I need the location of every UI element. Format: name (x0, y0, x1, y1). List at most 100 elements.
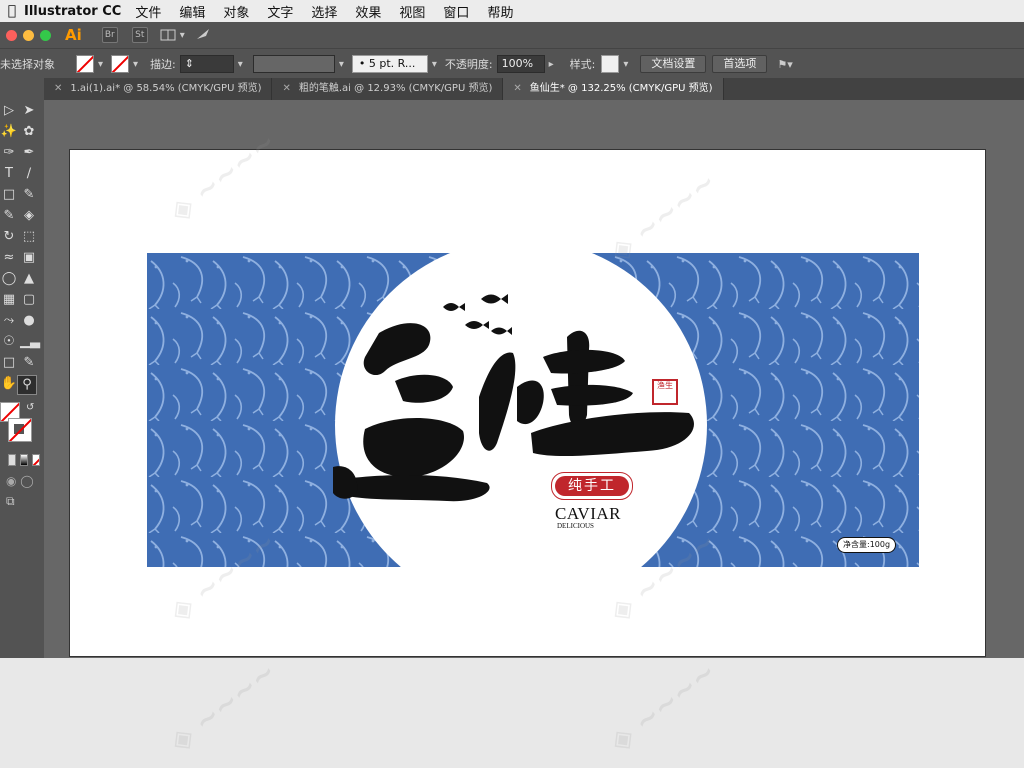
artboard-tool-icon[interactable]: □ (0, 354, 18, 372)
free-transform-icon[interactable]: ▣ (20, 249, 38, 267)
paintbrush-icon[interactable]: ✎ (20, 186, 38, 204)
stroke-swatch[interactable] (111, 55, 130, 73)
magic-wand-icon[interactable]: ✨ (0, 123, 18, 141)
swap-fill-stroke-icon[interactable]: ↺ (26, 402, 34, 413)
arrange-documents-button[interactable]: ▾ (160, 29, 189, 41)
hand-tool-icon[interactable]: ✋ (0, 375, 18, 393)
lower-canvas-area (0, 658, 1024, 768)
curvature-icon[interactable]: ✑ (0, 144, 18, 162)
draw-mode-icon[interactable]: ◉ ◯ (6, 474, 34, 488)
zoom-tool-icon[interactable]: ⚲ (17, 375, 37, 395)
bridge-button[interactable]: Br (101, 27, 118, 43)
profile-dropdown-icon[interactable]: ▾ (339, 59, 344, 70)
eraser-icon[interactable]: ◈ (20, 207, 38, 225)
gpu-performance-button[interactable] (195, 27, 211, 44)
lasso-icon[interactable]: ✿ (20, 123, 38, 141)
fill-swatch[interactable] (76, 55, 94, 73)
eyedropper-icon[interactable]: ⤳ (0, 312, 18, 330)
tab-document-3[interactable]: ✕ 鱼仙生* @ 132.25% (CMYK/GPU 预览) (503, 78, 724, 100)
menu-effect[interactable]: 效果 (355, 2, 381, 21)
type-tool-icon[interactable]: T (0, 165, 18, 183)
menu-view[interactable]: 视图 (399, 2, 425, 21)
direct-selection-icon[interactable]: ▷ (0, 102, 18, 120)
rocket-icon (196, 28, 209, 39)
stroke-box[interactable] (8, 418, 32, 442)
screen-mode-icon[interactable]: ⧉ (6, 494, 15, 509)
mesh-icon[interactable]: ▦ (0, 291, 18, 309)
menu-file[interactable]: 文件 (135, 2, 161, 21)
symbol-sprayer-icon[interactable]: ☉ (0, 333, 18, 351)
shape-builder-icon[interactable]: ◯ (0, 270, 18, 288)
menu-type[interactable]: 文字 (267, 2, 293, 21)
opacity-arrow-icon[interactable]: ▸ (549, 59, 554, 70)
none-button[interactable] (32, 454, 40, 466)
rotate-icon[interactable]: ↻ (0, 228, 18, 246)
brush-value: 5 pt. R... (368, 57, 416, 70)
scale-icon[interactable]: ⬚ (20, 228, 38, 246)
close-tab-icon[interactable]: ✕ (513, 83, 521, 94)
gradient-button[interactable] (20, 454, 28, 466)
stock-button[interactable]: St (131, 27, 148, 43)
selection-status: 未选择对象 (0, 58, 55, 71)
opacity-field[interactable]: 100% (496, 55, 545, 73)
label-artwork[interactable]: 渔生 纯手工 CAVIAR DELICIOUS 净含量:100g (147, 253, 919, 567)
opacity-label[interactable]: 不透明度: (445, 56, 493, 72)
document-setup-button[interactable]: 文档设置 (640, 55, 707, 73)
line-tool-icon[interactable]: ∕ (20, 165, 38, 183)
stroke-weight-dropdown-icon[interactable]: ▾ (238, 59, 243, 70)
close-tab-icon[interactable]: ✕ (54, 83, 62, 94)
preferences-button[interactable]: 首选项 (712, 55, 768, 73)
fill-dropdown-icon[interactable]: ▾ (98, 59, 103, 70)
pen-tool-icon[interactable]: ✒ (20, 144, 38, 162)
brush-dropdown-icon[interactable]: ▾ (432, 59, 437, 70)
menu-edit[interactable]: 编辑 (179, 2, 205, 21)
close-window-button[interactable] (6, 29, 17, 41)
tab-label: 粗的笔触.ai @ 12.93% (CMYK/GPU 预览) (298, 83, 493, 94)
minimize-window-button[interactable] (23, 29, 34, 41)
blend-icon[interactable]: ● (20, 312, 38, 330)
gradient-icon[interactable]: ▢ (20, 291, 38, 309)
net-weight-badge: 净含量:100g (837, 537, 897, 553)
brush-definition-field[interactable]: • 5 pt. R... (351, 55, 428, 73)
apple-icon[interactable]:  (0, 3, 24, 19)
artwork-svg (147, 253, 919, 567)
handmade-badge: 纯手工 (551, 472, 633, 500)
seal-stamp: 渔生 (652, 379, 678, 405)
arrange-panel-icon[interactable]: ⚑▾ (777, 58, 792, 71)
selection-tool-icon[interactable]: ➤ (20, 102, 38, 120)
shaper-icon[interactable]: ✎ (0, 207, 18, 225)
stroke-label[interactable]: 描边: (150, 56, 176, 72)
stroke-weight-field[interactable]: ⇕ (179, 55, 234, 73)
style-dropdown-icon[interactable]: ▾ (623, 59, 628, 70)
caviar-text: CAVIAR (555, 504, 621, 523)
tab-document-1[interactable]: ✕ 1.ai(1).ai* @ 58.54% (CMYK/GPU 预览) (44, 78, 273, 100)
graphic-style-swatch[interactable] (601, 55, 620, 73)
color-button[interactable] (8, 454, 16, 466)
tab-document-2[interactable]: ✕ 粗的笔触.ai @ 12.93% (CMYK/GPU 预览) (272, 78, 504, 100)
width-tool-icon[interactable]: ≈ (0, 249, 18, 267)
slice-icon[interactable]: ✎ (20, 354, 38, 372)
variable-width-profile[interactable] (252, 55, 335, 73)
close-tab-icon[interactable]: ✕ (282, 83, 290, 94)
menu-select[interactable]: 选择 (311, 2, 337, 21)
zoom-window-button[interactable] (40, 29, 51, 41)
seal-text: 渔生 (657, 381, 673, 390)
app-name-menu[interactable]: Illustrator CC (24, 4, 121, 19)
column-graph-icon[interactable]: ▁▃ (20, 333, 40, 351)
menu-bar:  Illustrator CC 文件 编辑 对象 文字 选择 效果 视图 窗口… (0, 0, 1024, 22)
menu-object[interactable]: 对象 (223, 2, 249, 21)
opacity-value: 100% (501, 57, 534, 70)
perspective-grid-icon[interactable]: ▲ (20, 270, 38, 288)
stroke-dropdown-icon[interactable]: ▾ (133, 59, 138, 70)
tab-label: 1.ai(1).ai* @ 58.54% (CMYK/GPU 预览) (70, 83, 262, 94)
color-mode-buttons (0, 454, 40, 466)
tab-label: 鱼仙生* @ 132.25% (CMYK/GPU 预览) (529, 83, 713, 94)
ai-logo: Ai (65, 26, 82, 44)
rectangle-tool-icon[interactable]: □ (0, 186, 18, 204)
arrange-icon (160, 29, 176, 41)
menu-window[interactable]: 窗口 (443, 2, 469, 21)
tools-panel: ➤ ▷ ✿ ✨ ✒ ✑ T ∕ □ ✎ ✎ ◈ ↻ ⬚ ≈ ▣ ◯ ▲ ▦ ▢ … (0, 78, 45, 658)
control-bar: 未选择对象 ▾ ▾ 描边: ⇕ ▾ ▾ • 5 pt. R... ▾ 不透明度:… (0, 48, 1024, 80)
fill-stroke-widget[interactable]: ↺ (0, 400, 40, 446)
menu-help[interactable]: 帮助 (487, 2, 513, 21)
